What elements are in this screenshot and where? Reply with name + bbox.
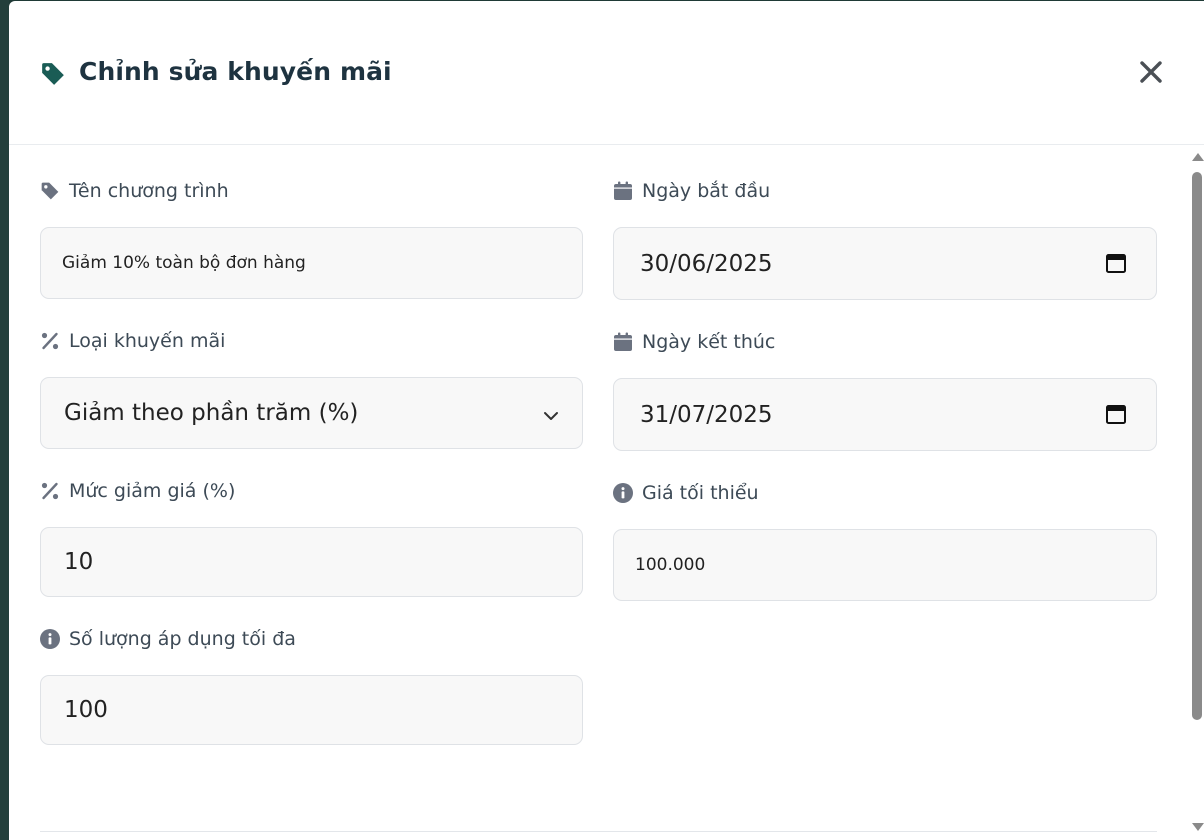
end-date-label-text: Ngày kết thúc (642, 331, 776, 353)
modal-title: Chỉnh sửa khuyến mãi (79, 57, 392, 86)
calendar-icon[interactable] (1105, 403, 1127, 425)
scrollbar[interactable] (1189, 145, 1204, 840)
name-label-text: Tên chương trình (69, 180, 229, 202)
name-label: Tên chương trình (40, 180, 229, 202)
percent-icon (40, 331, 60, 351)
calendar-icon (613, 181, 633, 201)
type-label: Loại khuyến mãi (40, 330, 225, 352)
percent-icon (40, 481, 60, 501)
min-price-label-text: Giá tối thiểu (642, 482, 759, 504)
modal-header: Chỉnh sửa khuyến mãi (9, 1, 1204, 145)
tag-icon (40, 61, 66, 87)
start-date-input[interactable]: 30/06/2025 (613, 227, 1157, 300)
calendar-icon[interactable] (1105, 252, 1127, 274)
program-name-input[interactable]: Giảm 10% toàn bộ đơn hàng (40, 227, 583, 299)
discount-label-text: Mức giảm giá (%) (69, 480, 236, 502)
chevron-down-icon (542, 405, 560, 423)
end-date-value: 31/07/2025 (640, 401, 773, 428)
end-date-input[interactable]: 31/07/2025 (613, 378, 1157, 451)
type-label-text: Loại khuyến mãi (69, 330, 226, 352)
min-price-input[interactable]: 100.000 (613, 529, 1157, 601)
close-icon[interactable] (1137, 58, 1165, 86)
promotion-type-select[interactable]: Giảm theo phần trăm (%) (40, 377, 583, 449)
modal-body: Tên chương trình Giảm 10% toàn bộ đơn hà… (9, 145, 1189, 840)
footer-divider (40, 831, 1157, 832)
calendar-icon (613, 332, 633, 352)
edit-promotion-modal: Chỉnh sửa khuyến mãi Tên chương trình Gi… (9, 1, 1204, 840)
scroll-down-arrow[interactable] (1192, 823, 1204, 831)
tag-icon (40, 181, 60, 201)
page-backdrop (0, 0, 9, 840)
info-icon (613, 483, 633, 503)
end-date-label: Ngày kết thúc (613, 331, 775, 353)
start-date-label: Ngày bắt đầu (613, 180, 770, 202)
promotion-type-value: Giảm theo phần trăm (%) (64, 400, 359, 426)
start-date-value: 30/06/2025 (640, 250, 773, 277)
discount-label: Mức giảm giá (%) (40, 480, 235, 502)
scroll-up-arrow[interactable] (1192, 153, 1204, 161)
max-usage-input[interactable]: 100 (40, 675, 583, 745)
max-usage-label: Số lượng áp dụng tối đa (40, 628, 296, 650)
scrollbar-thumb[interactable] (1192, 172, 1202, 720)
max-usage-label-text: Số lượng áp dụng tối đa (69, 628, 296, 650)
info-icon (40, 629, 60, 649)
discount-input[interactable]: 10 (40, 527, 583, 597)
min-price-label: Giá tối thiểu (613, 482, 759, 504)
start-date-label-text: Ngày bắt đầu (642, 180, 771, 202)
